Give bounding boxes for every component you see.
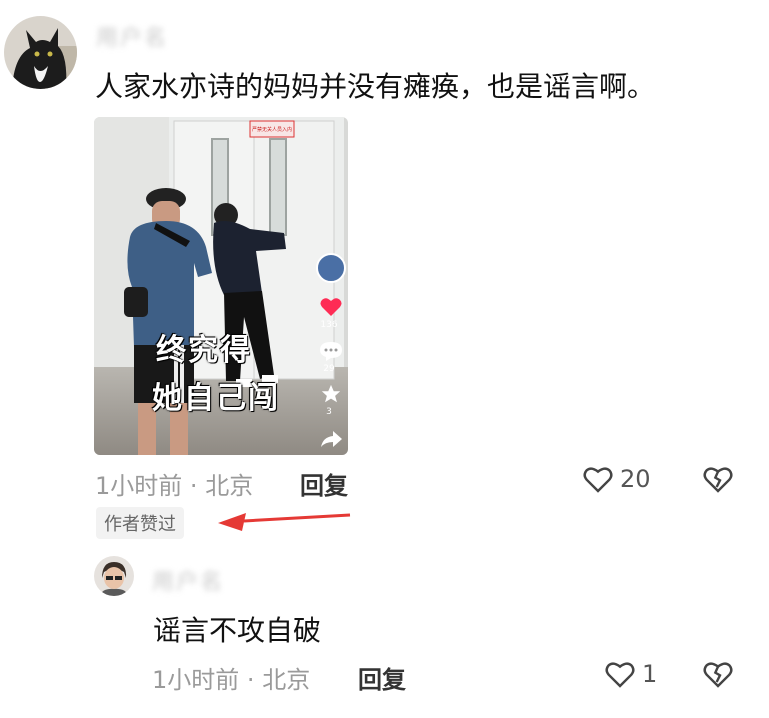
- reply-reply-button[interactable]: 回复: [358, 660, 406, 695]
- door-sign-text: 严禁无关人员入内: [252, 126, 292, 133]
- replier-username[interactable]: 用户名: [152, 564, 224, 596]
- comment-like-button[interactable]: 20: [582, 464, 651, 494]
- reply-meta-separator: ·: [246, 666, 255, 694]
- heart-outline-icon: [605, 662, 635, 688]
- heart-outline-icon: [583, 467, 613, 493]
- video-thumbnail[interactable]: 严禁无关人员入内 终究得 她自己闯 136 29 3: [94, 117, 348, 455]
- comment-reply-button[interactable]: 回复: [300, 466, 348, 501]
- commenter-avatar[interactable]: [4, 16, 77, 89]
- broken-heart-icon: [703, 662, 733, 688]
- comment-dislike-button[interactable]: [702, 464, 734, 498]
- video-comment-icon[interactable]: [318, 340, 344, 362]
- video-star-icon[interactable]: [319, 383, 343, 405]
- cat-avatar-image: [4, 16, 77, 89]
- video-author-avatar[interactable]: [316, 253, 346, 283]
- reply-text: 谣言不攻自破: [153, 614, 322, 647]
- reply-location: 北京: [262, 666, 311, 694]
- reply-time: 1小时前: [152, 666, 240, 694]
- video-fav-count: 3: [326, 407, 332, 417]
- commenter-username[interactable]: 用户名: [96, 20, 168, 52]
- reply-dislike-button[interactable]: [702, 659, 734, 693]
- comment-like-count: 20: [620, 465, 651, 493]
- comment-text: 人家水亦诗的妈妈并没有瘫痪，也是谣言啊。: [95, 70, 656, 103]
- video-caption-line1: 终究得: [156, 333, 252, 368]
- broken-heart-icon: [703, 467, 733, 493]
- video-comment-count: 29: [323, 364, 335, 374]
- person-avatar-image: [94, 556, 134, 596]
- comment-time: 1小时前: [95, 472, 183, 500]
- author-liked-badge: 作者赞过: [96, 507, 184, 539]
- video-like-count: 136: [320, 320, 338, 330]
- meta-separator: ·: [189, 472, 198, 500]
- reply-meta: 1小时前 · 北京: [152, 660, 310, 695]
- red-arrow-annotation: [218, 513, 351, 531]
- video-share-icon[interactable]: [319, 429, 343, 449]
- comment-meta: 1小时前 · 北京: [95, 466, 253, 501]
- replier-avatar[interactable]: [94, 556, 134, 596]
- reply-like-button[interactable]: 1: [604, 659, 657, 689]
- video-like-icon[interactable]: [316, 295, 346, 319]
- reply-like-count: 1: [642, 660, 658, 688]
- video-caption-line2: 她自己闯: [152, 381, 280, 416]
- comment-location: 北京: [205, 472, 254, 500]
